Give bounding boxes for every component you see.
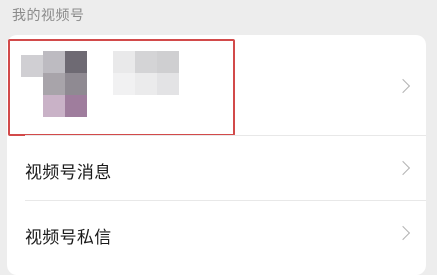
menu-item-channels-private-messages[interactable]: 视频号私信 xyxy=(7,200,426,265)
menu-item-label: 视频号私信 xyxy=(25,228,112,248)
highlight-box xyxy=(8,39,235,136)
settings-card: 视频号消息 视频号私信 xyxy=(7,35,426,275)
chevron-right-icon xyxy=(395,160,411,176)
chevron-right-icon xyxy=(395,78,411,94)
chevron-right-icon xyxy=(395,225,411,241)
channels-account-row[interactable] xyxy=(7,35,426,137)
section-title: 我的视频号 xyxy=(12,8,85,24)
menu-item-channels-messages[interactable]: 视频号消息 xyxy=(7,135,426,200)
divider xyxy=(25,135,426,136)
divider xyxy=(25,200,426,201)
menu-item-label: 视频号消息 xyxy=(25,163,112,183)
